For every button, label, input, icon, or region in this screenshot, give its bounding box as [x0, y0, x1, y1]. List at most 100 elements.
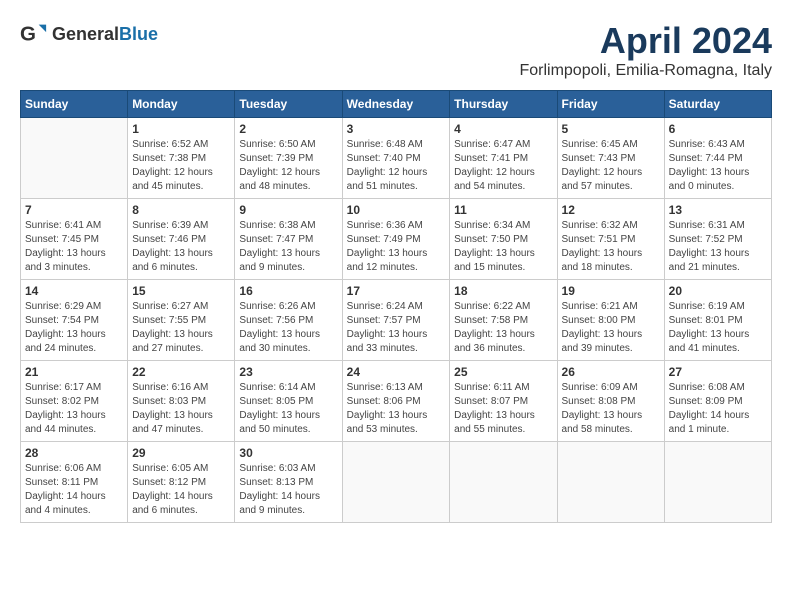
- day-number: 27: [669, 365, 767, 379]
- logo: G GeneralBlue: [20, 20, 158, 48]
- day-detail: Sunrise: 6:13 AM Sunset: 8:06 PM Dayligh…: [347, 381, 446, 437]
- calendar-subtitle: Forlimpopoli, Emilia-Romagna, Italy: [519, 62, 772, 80]
- day-detail: Sunrise: 6:48 AM Sunset: 7:40 PM Dayligh…: [347, 138, 446, 194]
- day-detail: Sunrise: 6:27 AM Sunset: 7:55 PM Dayligh…: [132, 300, 230, 356]
- day-header-tuesday: Tuesday: [235, 91, 342, 118]
- day-detail: Sunrise: 6:03 AM Sunset: 8:13 PM Dayligh…: [239, 462, 337, 518]
- day-number: 8: [132, 203, 230, 217]
- day-number: 15: [132, 284, 230, 298]
- calendar-cell: [21, 118, 128, 199]
- day-header-thursday: Thursday: [450, 91, 557, 118]
- day-detail: Sunrise: 6:14 AM Sunset: 8:05 PM Dayligh…: [239, 381, 337, 437]
- day-detail: Sunrise: 6:05 AM Sunset: 8:12 PM Dayligh…: [132, 462, 230, 518]
- day-number: 4: [454, 122, 552, 136]
- calendar-cell: 10 Sunrise: 6:36 AM Sunset: 7:49 PM Dayli…: [342, 199, 450, 280]
- day-detail: Sunrise: 6:52 AM Sunset: 7:38 PM Dayligh…: [132, 138, 230, 194]
- calendar-week-row: 21 Sunrise: 6:17 AM Sunset: 8:02 PM Dayli…: [21, 361, 772, 442]
- calendar-cell: 13Sunrise: 6:31 AM Sunset: 7:52 PM Dayli…: [664, 199, 771, 280]
- day-number: 5: [562, 122, 660, 136]
- calendar-cell: 8 Sunrise: 6:39 AM Sunset: 7:46 PM Daylig…: [128, 199, 235, 280]
- logo-general: General: [52, 24, 119, 44]
- day-number: 2: [239, 122, 337, 136]
- day-detail: Sunrise: 6:08 AM Sunset: 8:09 PM Dayligh…: [669, 381, 767, 437]
- day-number: 23: [239, 365, 337, 379]
- day-detail: Sunrise: 6:45 AM Sunset: 7:43 PM Dayligh…: [562, 138, 660, 194]
- day-detail: Sunrise: 6:38 AM Sunset: 7:47 PM Dayligh…: [239, 219, 337, 275]
- day-detail: Sunrise: 6:19 AM Sunset: 8:01 PM Dayligh…: [669, 300, 767, 356]
- day-number: 20: [669, 284, 767, 298]
- day-header-friday: Friday: [557, 91, 664, 118]
- day-detail: Sunrise: 6:32 AM Sunset: 7:51 PM Dayligh…: [562, 219, 660, 275]
- calendar-header-row: SundayMondayTuesdayWednesdayThursdayFrid…: [21, 91, 772, 118]
- day-header-saturday: Saturday: [664, 91, 771, 118]
- day-detail: Sunrise: 6:24 AM Sunset: 7:57 PM Dayligh…: [347, 300, 446, 356]
- day-number: 25: [454, 365, 552, 379]
- day-number: 21: [25, 365, 123, 379]
- calendar-cell: [557, 442, 664, 523]
- day-detail: Sunrise: 6:47 AM Sunset: 7:41 PM Dayligh…: [454, 138, 552, 194]
- calendar-cell: 18Sunrise: 6:22 AM Sunset: 7:58 PM Dayli…: [450, 280, 557, 361]
- calendar-cell: 22Sunrise: 6:16 AM Sunset: 8:03 PM Dayli…: [128, 361, 235, 442]
- calendar-cell: [664, 442, 771, 523]
- calendar-cell: 4 Sunrise: 6:47 AM Sunset: 7:41 PM Daylig…: [450, 118, 557, 199]
- day-detail: Sunrise: 6:43 AM Sunset: 7:44 PM Dayligh…: [669, 138, 767, 194]
- day-detail: Sunrise: 6:26 AM Sunset: 7:56 PM Dayligh…: [239, 300, 337, 356]
- day-number: 7: [25, 203, 123, 217]
- day-header-sunday: Sunday: [21, 91, 128, 118]
- calendar-cell: 24 Sunrise: 6:13 AM Sunset: 8:06 PM Dayli…: [342, 361, 450, 442]
- calendar-cell: 15 Sunrise: 6:27 AM Sunset: 7:55 PM Dayli…: [128, 280, 235, 361]
- day-detail: Sunrise: 6:34 AM Sunset: 7:50 PM Dayligh…: [454, 219, 552, 275]
- calendar-week-row: 28Sunrise: 6:06 AM Sunset: 8:11 PM Dayli…: [21, 442, 772, 523]
- day-header-wednesday: Wednesday: [342, 91, 450, 118]
- calendar-cell: 25 Sunrise: 6:11 AM Sunset: 8:07 PM Dayli…: [450, 361, 557, 442]
- page-header: G GeneralBlue April 2024 Forlimpopoli, E…: [20, 20, 772, 80]
- day-number: 16: [239, 284, 337, 298]
- day-number: 12: [562, 203, 660, 217]
- calendar-cell: 16 Sunrise: 6:26 AM Sunset: 7:56 PM Dayli…: [235, 280, 342, 361]
- calendar-cell: 6 Sunrise: 6:43 AM Sunset: 7:44 PM Daylig…: [664, 118, 771, 199]
- calendar-table: SundayMondayTuesdayWednesdayThursdayFrid…: [20, 90, 772, 523]
- calendar-cell: 28Sunrise: 6:06 AM Sunset: 8:11 PM Dayli…: [21, 442, 128, 523]
- day-number: 29: [132, 446, 230, 460]
- calendar-cell: 17 Sunrise: 6:24 AM Sunset: 7:57 PM Dayli…: [342, 280, 450, 361]
- day-number: 19: [562, 284, 660, 298]
- day-detail: Sunrise: 6:36 AM Sunset: 7:49 PM Dayligh…: [347, 219, 446, 275]
- day-detail: Sunrise: 6:16 AM Sunset: 8:03 PM Dayligh…: [132, 381, 230, 437]
- calendar-cell: 1 Sunrise: 6:52 AM Sunset: 7:38 PM Daylig…: [128, 118, 235, 199]
- day-number: 1: [132, 122, 230, 136]
- day-number: 17: [347, 284, 446, 298]
- calendar-cell: 12 Sunrise: 6:32 AM Sunset: 7:51 PM Dayli…: [557, 199, 664, 280]
- day-number: 26: [562, 365, 660, 379]
- calendar-week-row: 14Sunrise: 6:29 AM Sunset: 7:54 PM Dayli…: [21, 280, 772, 361]
- day-detail: Sunrise: 6:17 AM Sunset: 8:02 PM Dayligh…: [25, 381, 123, 437]
- calendar-cell: 20 Sunrise: 6:19 AM Sunset: 8:01 PM Dayli…: [664, 280, 771, 361]
- calendar-cell: 7Sunrise: 6:41 AM Sunset: 7:45 PM Daylig…: [21, 199, 128, 280]
- calendar-cell: 27 Sunrise: 6:08 AM Sunset: 8:09 PM Dayli…: [664, 361, 771, 442]
- title-section: April 2024 Forlimpopoli, Emilia-Romagna,…: [519, 20, 772, 80]
- calendar-week-row: 7Sunrise: 6:41 AM Sunset: 7:45 PM Daylig…: [21, 199, 772, 280]
- day-detail: Sunrise: 6:50 AM Sunset: 7:39 PM Dayligh…: [239, 138, 337, 194]
- day-number: 30: [239, 446, 337, 460]
- day-detail: Sunrise: 6:39 AM Sunset: 7:46 PM Dayligh…: [132, 219, 230, 275]
- calendar-cell: [342, 442, 450, 523]
- calendar-cell: 11Sunrise: 6:34 AM Sunset: 7:50 PM Dayli…: [450, 199, 557, 280]
- calendar-cell: 14Sunrise: 6:29 AM Sunset: 7:54 PM Dayli…: [21, 280, 128, 361]
- day-detail: Sunrise: 6:11 AM Sunset: 8:07 PM Dayligh…: [454, 381, 552, 437]
- day-number: 6: [669, 122, 767, 136]
- calendar-cell: 21 Sunrise: 6:17 AM Sunset: 8:02 PM Dayli…: [21, 361, 128, 442]
- day-detail: Sunrise: 6:06 AM Sunset: 8:11 PM Dayligh…: [25, 462, 123, 518]
- day-number: 13: [669, 203, 767, 217]
- day-number: 3: [347, 122, 446, 136]
- day-detail: Sunrise: 6:21 AM Sunset: 8:00 PM Dayligh…: [562, 300, 660, 356]
- day-header-monday: Monday: [128, 91, 235, 118]
- day-number: 24: [347, 365, 446, 379]
- day-detail: Sunrise: 6:29 AM Sunset: 7:54 PM Dayligh…: [25, 300, 123, 356]
- day-number: 18: [454, 284, 552, 298]
- calendar-cell: 5 Sunrise: 6:45 AM Sunset: 7:43 PM Daylig…: [557, 118, 664, 199]
- calendar-cell: 2 Sunrise: 6:50 AM Sunset: 7:39 PM Daylig…: [235, 118, 342, 199]
- svg-text:G: G: [20, 23, 36, 46]
- calendar-cell: 23 Sunrise: 6:14 AM Sunset: 8:05 PM Dayli…: [235, 361, 342, 442]
- day-number: 10: [347, 203, 446, 217]
- calendar-cell: 19 Sunrise: 6:21 AM Sunset: 8:00 PM Dayli…: [557, 280, 664, 361]
- calendar-cell: 30 Sunrise: 6:03 AM Sunset: 8:13 PM Dayli…: [235, 442, 342, 523]
